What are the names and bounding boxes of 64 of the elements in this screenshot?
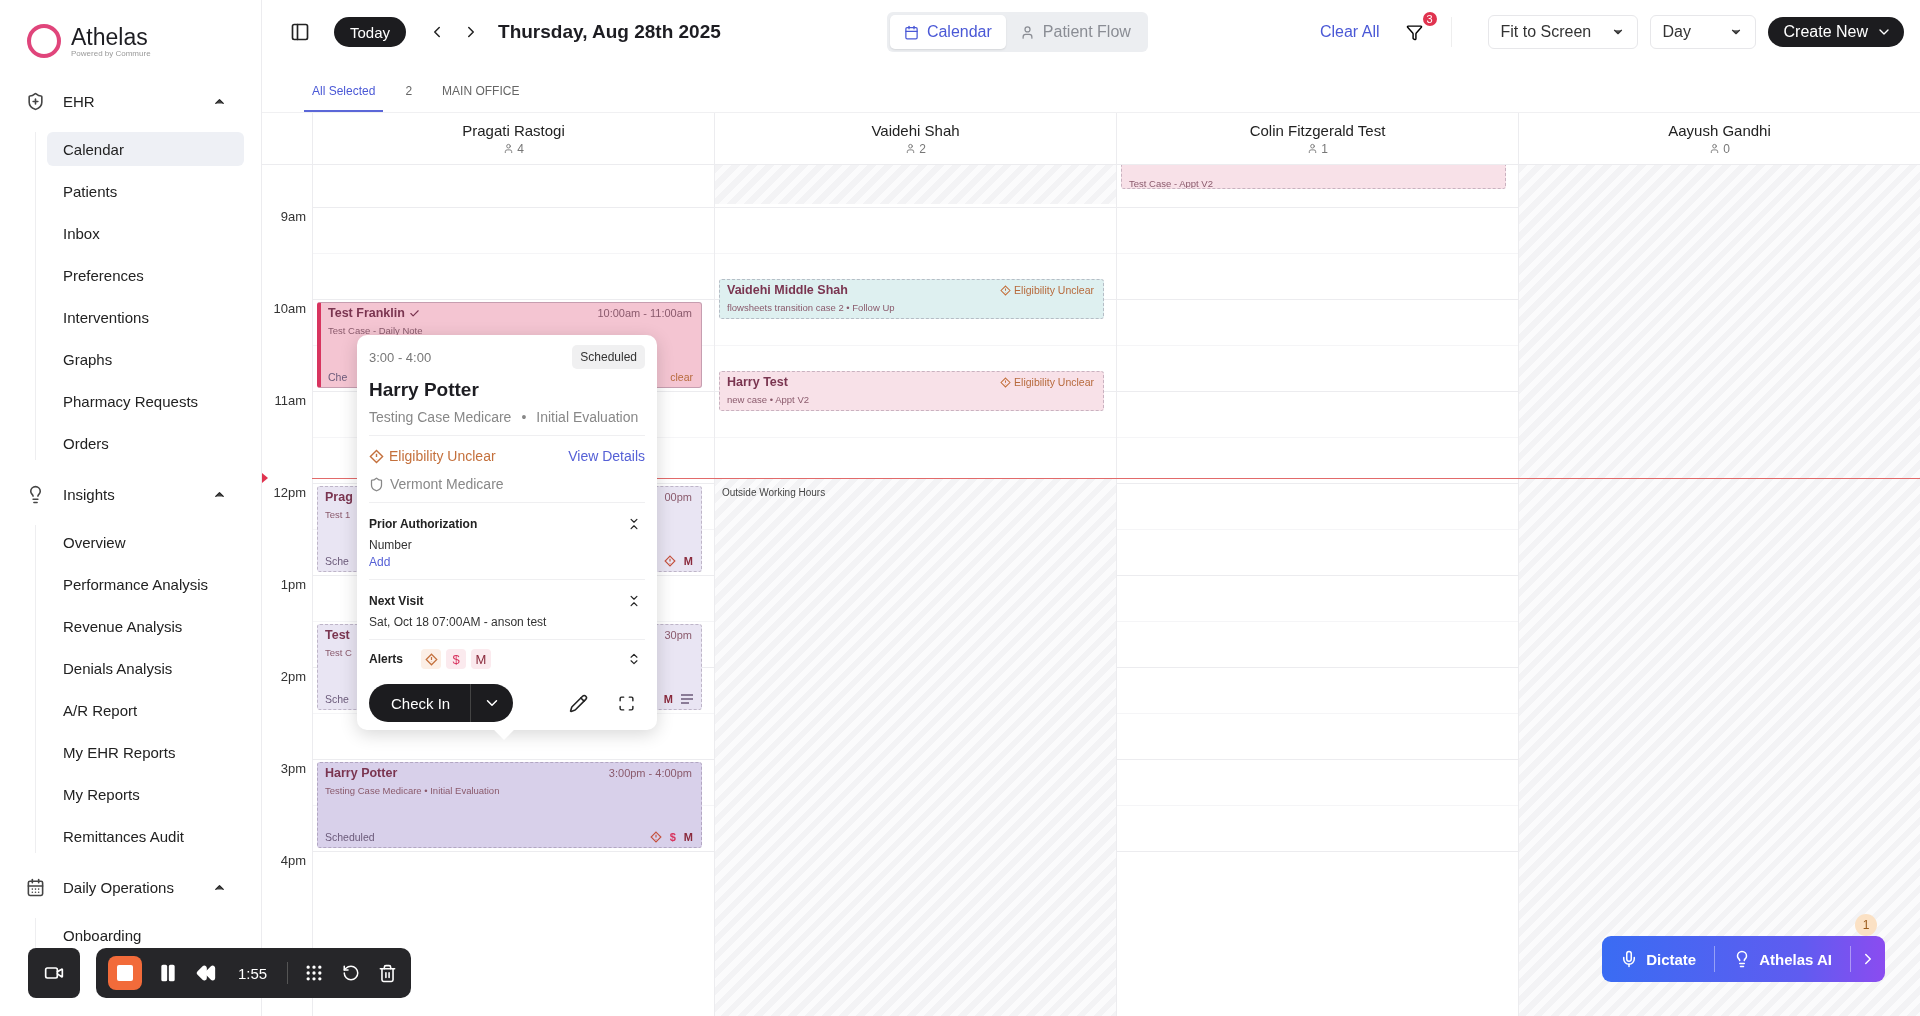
provider-name: Pragati Rastogi [462,121,565,139]
appointment-time: 00pm [664,491,692,503]
hour-label: 12pm [273,485,306,500]
alert-mark: $ [669,831,676,843]
outside-hours-label: Outside Working Hours [722,487,826,498]
hour-label: 11am [274,393,306,408]
field-label: Number [369,538,413,552]
insurance-name: Vermont Medicare [369,476,645,492]
appointment-count: 0 [1709,141,1730,156]
appointment-count: 1 [1307,141,1328,156]
filter-count-badge: 3 [1420,9,1439,28]
hour-label: 10am [273,301,306,316]
brand-name: Athelas [71,24,149,49]
provider-name: Aayush Gandhi [1668,121,1771,139]
section-title: Alerts [369,652,403,666]
alert-mark: M [683,555,693,567]
eligibility-tag: clear [670,371,693,383]
eligibility-tag: Eligibility Unclear [1000,284,1094,296]
appointment-title: Harry Test [727,375,788,389]
section-title: Next Visit [369,594,424,608]
eligibility-status: Eligibility Unclear [369,448,496,464]
appointment-title: Test [325,628,350,642]
appointment-subtitle: Test C [325,647,352,658]
brand-tagline: Powered by Commure [71,48,151,58]
provider-name: Vaidehi Shah [871,121,960,139]
appointment-subtitle: Test 1 [325,509,351,520]
alert-mark: M [683,831,693,843]
alert-chip: $ [446,649,466,669]
appointment-count: 2 [905,141,926,156]
section-title: Prior Authorization [369,517,478,531]
patient-name: Harry Potter [369,379,480,401]
appointment-title: Prag [325,490,353,504]
elapsed-time: 1:55 [238,964,268,982]
appointment-subtitle: flowsheets transition case 2 • Follow Up [727,302,895,313]
appointment-status: Sche [325,555,349,567]
appointment-time: 3:00pm - 4:00pm [608,767,692,779]
appointment-time: 30pm [664,629,692,641]
appointment-title: Harry Potter [325,766,398,780]
visit-type: Initial Evaluation [536,409,639,425]
appointment-title: Vaidehi Middle Shah [727,283,848,297]
alert-chip: M [471,649,491,669]
status-badge: Scheduled [572,345,645,369]
provider-name: Colin Fitzgerald Test [1249,121,1386,139]
next-visit-text: Sat, Oct 18 07:00AM - anson test [369,615,548,629]
appointment-status: Sche [325,693,349,705]
appointment-status: Che [328,371,348,383]
hour-label: 3pm [280,761,306,776]
separator-dot: • [521,409,527,425]
appointment-count: 4 [503,141,524,156]
appointment-status: Scheduled [325,831,375,843]
alert-mark: M [663,693,673,705]
appointment-title: Test Franklin [328,306,420,320]
eligibility-tag: Eligibility Unclear [1000,376,1094,388]
current-date: Thursday, Aug 28th 2025 [498,21,721,43]
appointment-subtitle: new case • Appt V2 [727,394,810,405]
appointment-time: 3:00 - 4:00 [369,349,432,365]
case-name: Testing Case Medicare [369,409,512,425]
appointment-subtitle: Test Case - Daily Note [328,325,423,336]
hour-label: 2pm [280,669,306,684]
hour-label: 1pm [280,577,306,592]
hour-label: 9am [280,209,306,224]
appointment-subtitle: Testing Case Medicare • Initial Evaluation [325,785,500,796]
hour-label: 4pm [280,853,306,868]
appointment-time: 10:00am - 11:00am [597,307,692,319]
